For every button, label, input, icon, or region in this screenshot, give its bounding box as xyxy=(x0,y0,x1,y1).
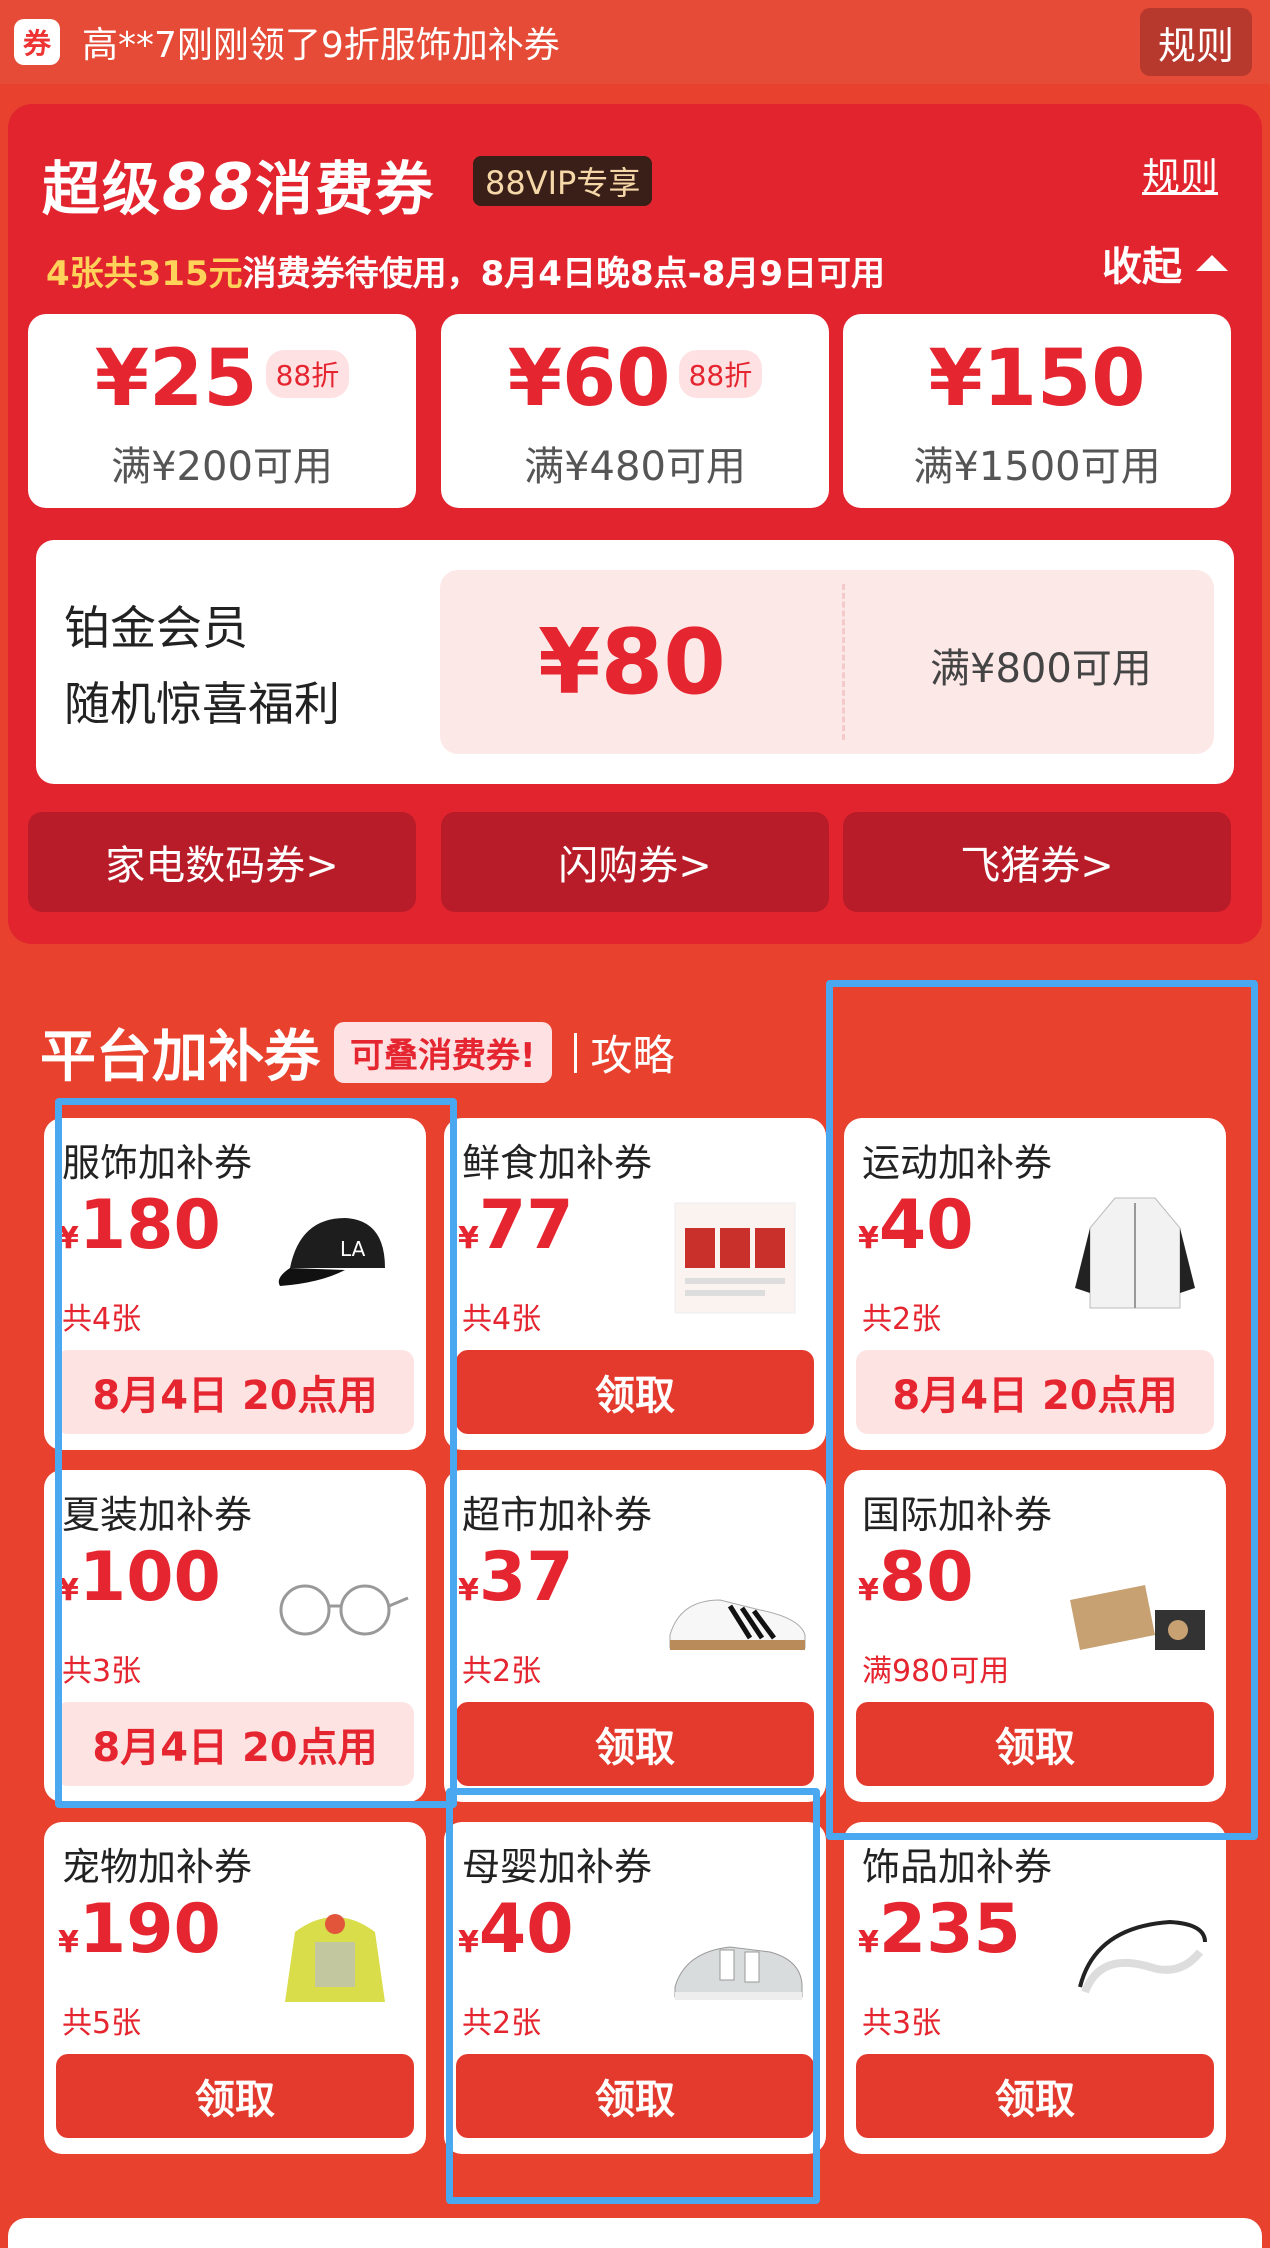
super88-rule-link[interactable]: 规则 xyxy=(1142,146,1218,201)
card-name: 鲜食加补券 xyxy=(462,1141,653,1185)
card-amount: ¥37 xyxy=(458,1538,574,1617)
subsidy-card[interactable]: 超市加补券 ¥37 共2张 领取 xyxy=(444,1470,826,1802)
coupon-condition: 满¥480可用 xyxy=(524,444,746,490)
stack-badge: 可叠消费券! xyxy=(334,1022,552,1083)
vip-badge: 88VIP专享 xyxy=(473,156,653,206)
super88-panel: 超级88消费券 88VIP专享 规则 4张共315元消费券待使用，8月4日晚8点… xyxy=(8,104,1262,944)
platinum-subtitle: 随机惊喜福利 xyxy=(64,677,340,731)
discount-badge: 88折 xyxy=(265,349,350,398)
chevron-up-icon xyxy=(1196,255,1228,271)
subsidy-card[interactable]: 饰品加补券 ¥235 共3张 领取 xyxy=(844,1822,1226,2154)
coupon-card[interactable]: ¥150 满¥1500可用 xyxy=(843,314,1231,508)
headband-icon xyxy=(1078,1919,1207,1994)
next-section-strip xyxy=(8,2218,1262,2248)
platinum-coupon[interactable]: 铂金会员 随机惊喜福利 ¥80 满¥800可用 xyxy=(36,540,1234,784)
platinum-ticket: ¥80 满¥800可用 xyxy=(440,570,1214,754)
ticket-icon: 券 xyxy=(14,19,60,65)
flash-coupon-button[interactable]: 闪购券> xyxy=(441,812,829,912)
claim-button[interactable]: 领取 xyxy=(56,2054,414,2138)
card-name: 超市加补券 xyxy=(462,1493,653,1537)
card-name: 饰品加补券 xyxy=(862,1845,1053,1889)
card-amount: ¥235 xyxy=(858,1890,1021,1969)
recipe-card-icon xyxy=(674,1202,796,1314)
subsidy-card[interactable]: 宠物加补券 ¥190 共5张 领取 xyxy=(44,1822,426,2154)
claim-button[interactable]: 领取 xyxy=(856,2054,1214,2138)
card-amount: ¥190 xyxy=(58,1890,221,1969)
highlight-box xyxy=(826,980,1258,1840)
coupon-card[interactable]: ¥25 88折 满¥200可用 xyxy=(28,314,416,508)
platinum-amount: ¥80 xyxy=(538,610,726,715)
coupon-amount: ¥25 xyxy=(94,334,258,424)
card-name: 宠物加补券 xyxy=(62,1845,253,1889)
appliance-coupon-button[interactable]: 家电数码券> xyxy=(28,812,416,912)
platform-header: 平台加补券 可叠消费券! 攻略 xyxy=(40,1012,675,1093)
fliggy-coupon-button[interactable]: 飞猪券> xyxy=(843,812,1231,912)
card-amount: ¥77 xyxy=(458,1186,574,1265)
card-count: 共2张 xyxy=(462,1654,542,1689)
card-count: 共3张 xyxy=(862,2006,942,2041)
divider xyxy=(573,1032,577,1073)
subsidy-card[interactable]: 鲜食加补券 ¥77 共4张 领取 xyxy=(444,1118,826,1450)
pet-tent-icon xyxy=(285,1914,385,2002)
coupon-amount: ¥60 xyxy=(507,334,671,424)
platinum-condition: 满¥800可用 xyxy=(930,646,1152,692)
notice-rule-button[interactable]: 规则 xyxy=(1140,8,1252,76)
claim-button[interactable]: 领取 xyxy=(456,1702,814,1786)
coupon-condition: 满¥200可用 xyxy=(111,444,333,490)
coupon-amount: ¥150 xyxy=(928,334,1146,424)
super88-title: 超级88消费券 xyxy=(42,151,436,225)
ticket-divider xyxy=(842,584,845,740)
notice-bar: 券 高**7刚刚领了9折服饰加补券 规则 xyxy=(0,0,1270,84)
super88-subtitle: 4张共315元消费券待使用，8月4日晚8点-8月9日可用 xyxy=(46,254,886,294)
platinum-title: 铂金会员 xyxy=(64,601,248,655)
platform-title: 平台加补券 xyxy=(40,1025,320,1090)
card-count: 共4张 xyxy=(462,1302,542,1337)
guide-link[interactable]: 攻略 xyxy=(591,1022,675,1083)
discount-badge: 88折 xyxy=(678,349,763,398)
card-count: 共5张 xyxy=(62,2006,142,2041)
highlight-box xyxy=(55,1098,457,1808)
highlight-box xyxy=(446,1788,820,2204)
sneaker-icon xyxy=(669,1599,806,1650)
claim-button[interactable]: 领取 xyxy=(456,1350,814,1434)
coupon-card[interactable]: ¥60 88折 满¥480可用 xyxy=(441,314,829,508)
notice-text: 高**7刚刚领了9折服饰加补券 xyxy=(82,25,560,66)
coupon-condition: 满¥1500可用 xyxy=(913,444,1161,490)
collapse-button[interactable]: 收起 xyxy=(1102,234,1228,292)
